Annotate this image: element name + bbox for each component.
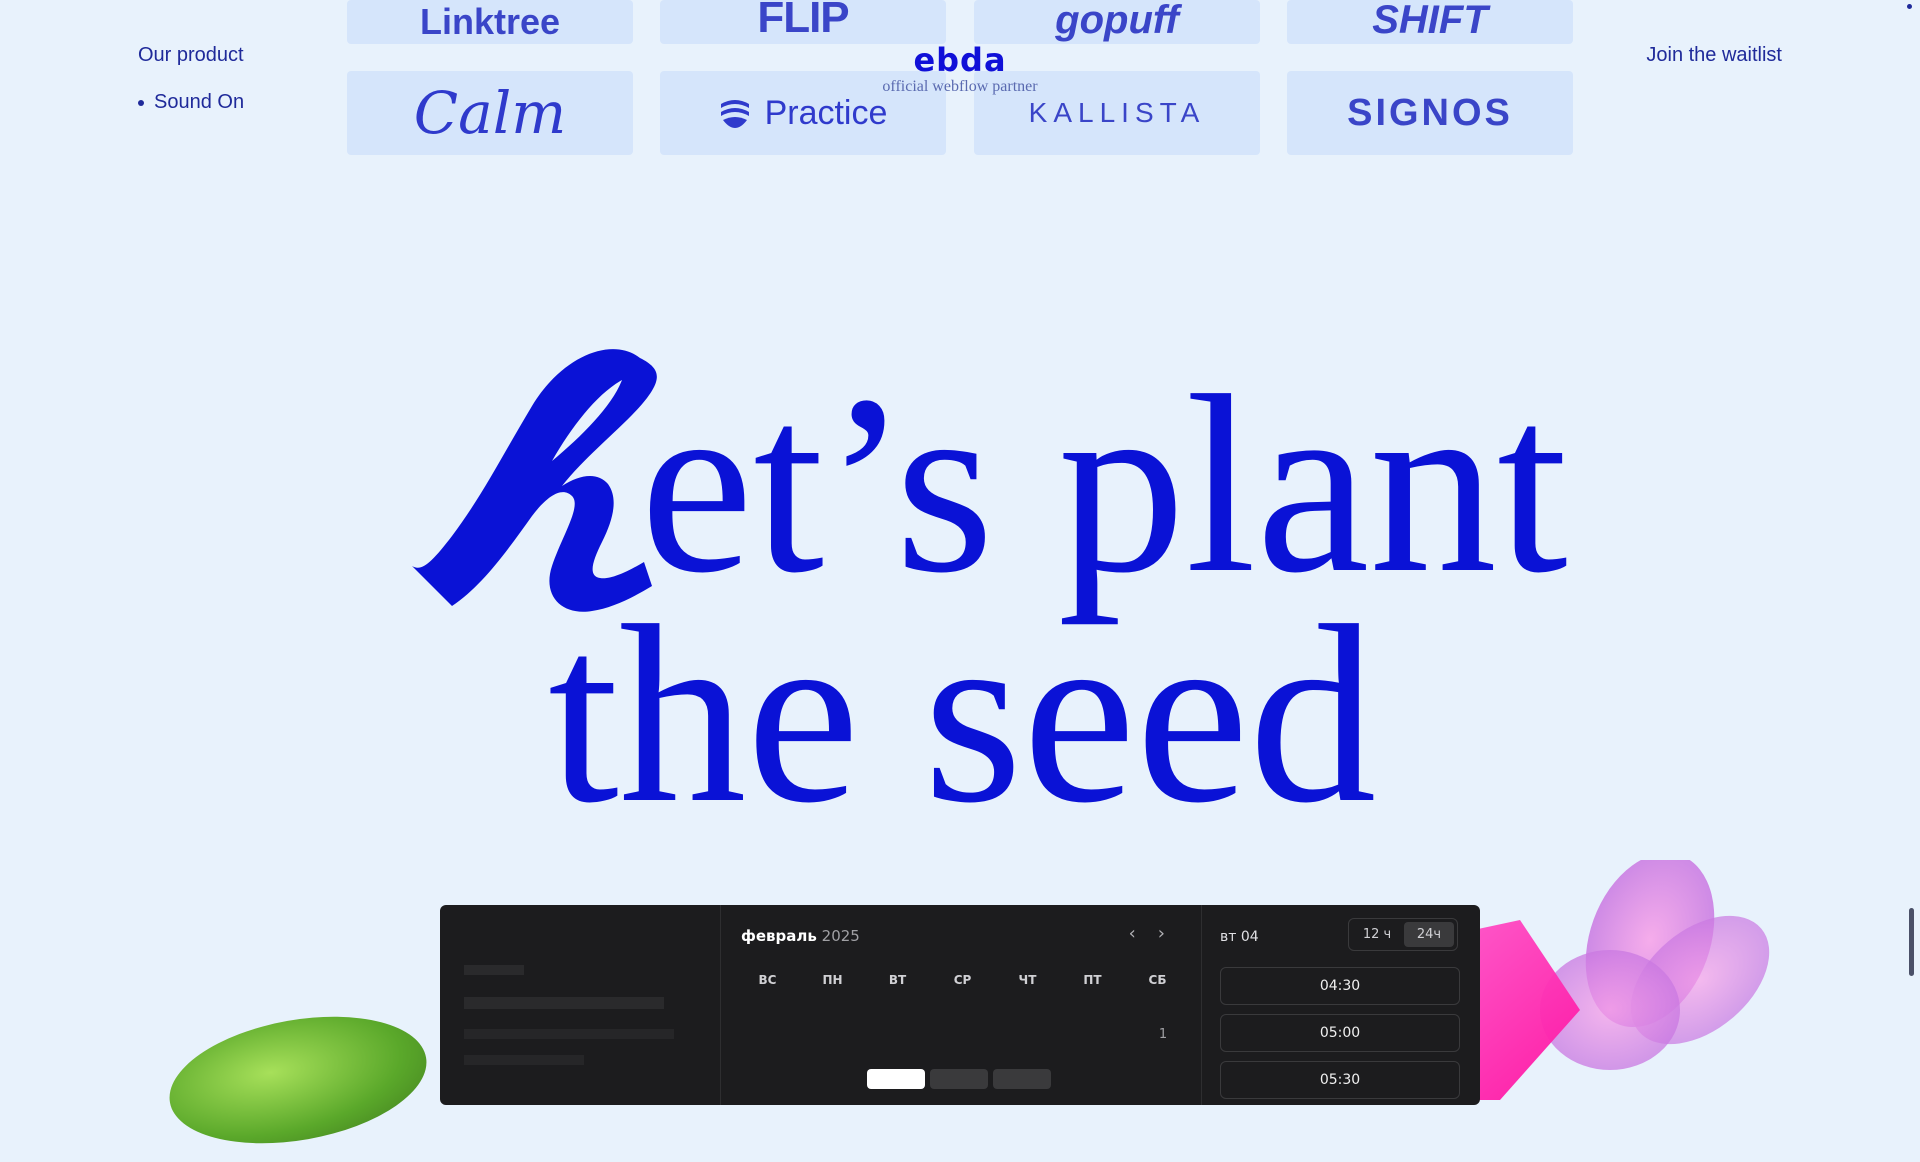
nav-sound-on-item[interactable]: Sound On bbox=[138, 91, 244, 114]
weekday-label: ЧТ bbox=[1018, 973, 1037, 987]
client-logo-flip: FLIP bbox=[660, 0, 946, 44]
weekday-label: ВТ bbox=[888, 973, 907, 987]
brand-logo[interactable]: ebda official webflow partner bbox=[882, 42, 1037, 96]
client-logo-signos: SIGNOS bbox=[1287, 71, 1573, 155]
weekday-label: ВС bbox=[758, 973, 777, 987]
green-blob-decoration bbox=[159, 998, 437, 1162]
calendar-day[interactable] bbox=[993, 1069, 1051, 1089]
bullet-dot-icon bbox=[138, 99, 144, 106]
weekday-label: СБ bbox=[1148, 973, 1167, 987]
client-logo-shift: SHIFT bbox=[1287, 0, 1573, 44]
booking-calendar: февраль 2025 ‹ › ВС ПН ВТ СР ЧТ ПТ СБ 1 … bbox=[440, 905, 1480, 1105]
client-logo-gopuff: gopuff bbox=[974, 0, 1260, 44]
weekday-header: ВС ПН ВТ СР ЧТ ПТ СБ bbox=[735, 973, 1190, 987]
calendar-day-selected[interactable] bbox=[867, 1069, 925, 1089]
client-logo-linktree: Linktree bbox=[347, 0, 633, 44]
calendar-month-title: февраль 2025 bbox=[741, 927, 860, 945]
hero-headline-line2: the seed bbox=[548, 574, 1377, 856]
time-format-toggle[interactable]: 12 ч 24ч bbox=[1348, 918, 1458, 951]
format-12h-option[interactable]: 12 ч bbox=[1352, 922, 1402, 947]
format-24h-option[interactable]: 24ч bbox=[1404, 922, 1454, 947]
calendar-day-row bbox=[867, 1069, 1051, 1089]
chevron-right-icon[interactable]: › bbox=[1158, 923, 1165, 944]
nav-our-product-link[interactable]: Our product bbox=[138, 44, 244, 67]
time-slot-button[interactable]: 05:00 bbox=[1220, 1014, 1460, 1052]
calendar-month-panel: февраль 2025 ‹ › ВС ПН ВТ СР ЧТ ПТ СБ 1 bbox=[721, 905, 1202, 1105]
time-slot-list: 04:30 05:00 05:30 bbox=[1220, 967, 1460, 1105]
calendar-details-panel bbox=[440, 905, 721, 1105]
nav-left: Our product Sound On bbox=[138, 44, 244, 114]
nav-sound-on-label: Sound On bbox=[154, 91, 245, 113]
weekday-label: СР bbox=[953, 973, 972, 987]
calendar-day-1[interactable]: 1 bbox=[1148, 1027, 1178, 1042]
time-slot-button[interactable]: 05:30 bbox=[1220, 1061, 1460, 1099]
menu-dot-icon bbox=[1907, 4, 1912, 9]
selected-date-label: вт 04 bbox=[1220, 929, 1259, 945]
time-slot-button[interactable]: 04:30 bbox=[1220, 967, 1460, 1005]
scrollbar-thumb[interactable] bbox=[1909, 908, 1914, 976]
brand-subtitle: official webflow partner bbox=[882, 78, 1038, 95]
time-slot-panel: вт 04 12 ч 24ч 04:30 05:00 05:30 bbox=[1202, 905, 1480, 1105]
brand-wordmark: ebda bbox=[913, 41, 1007, 79]
calendar-day[interactable] bbox=[930, 1069, 988, 1089]
join-waitlist-link[interactable]: Join the waitlist bbox=[1646, 44, 1782, 67]
hero-headline-line1: et’s plant bbox=[640, 344, 1568, 626]
client-logo-calm: Calm bbox=[347, 71, 633, 155]
weekday-label: ПН bbox=[822, 973, 843, 987]
chevron-left-icon[interactable]: ‹ bbox=[1129, 923, 1136, 944]
practice-icon bbox=[720, 100, 749, 128]
weekday-label: ПТ bbox=[1083, 973, 1102, 987]
